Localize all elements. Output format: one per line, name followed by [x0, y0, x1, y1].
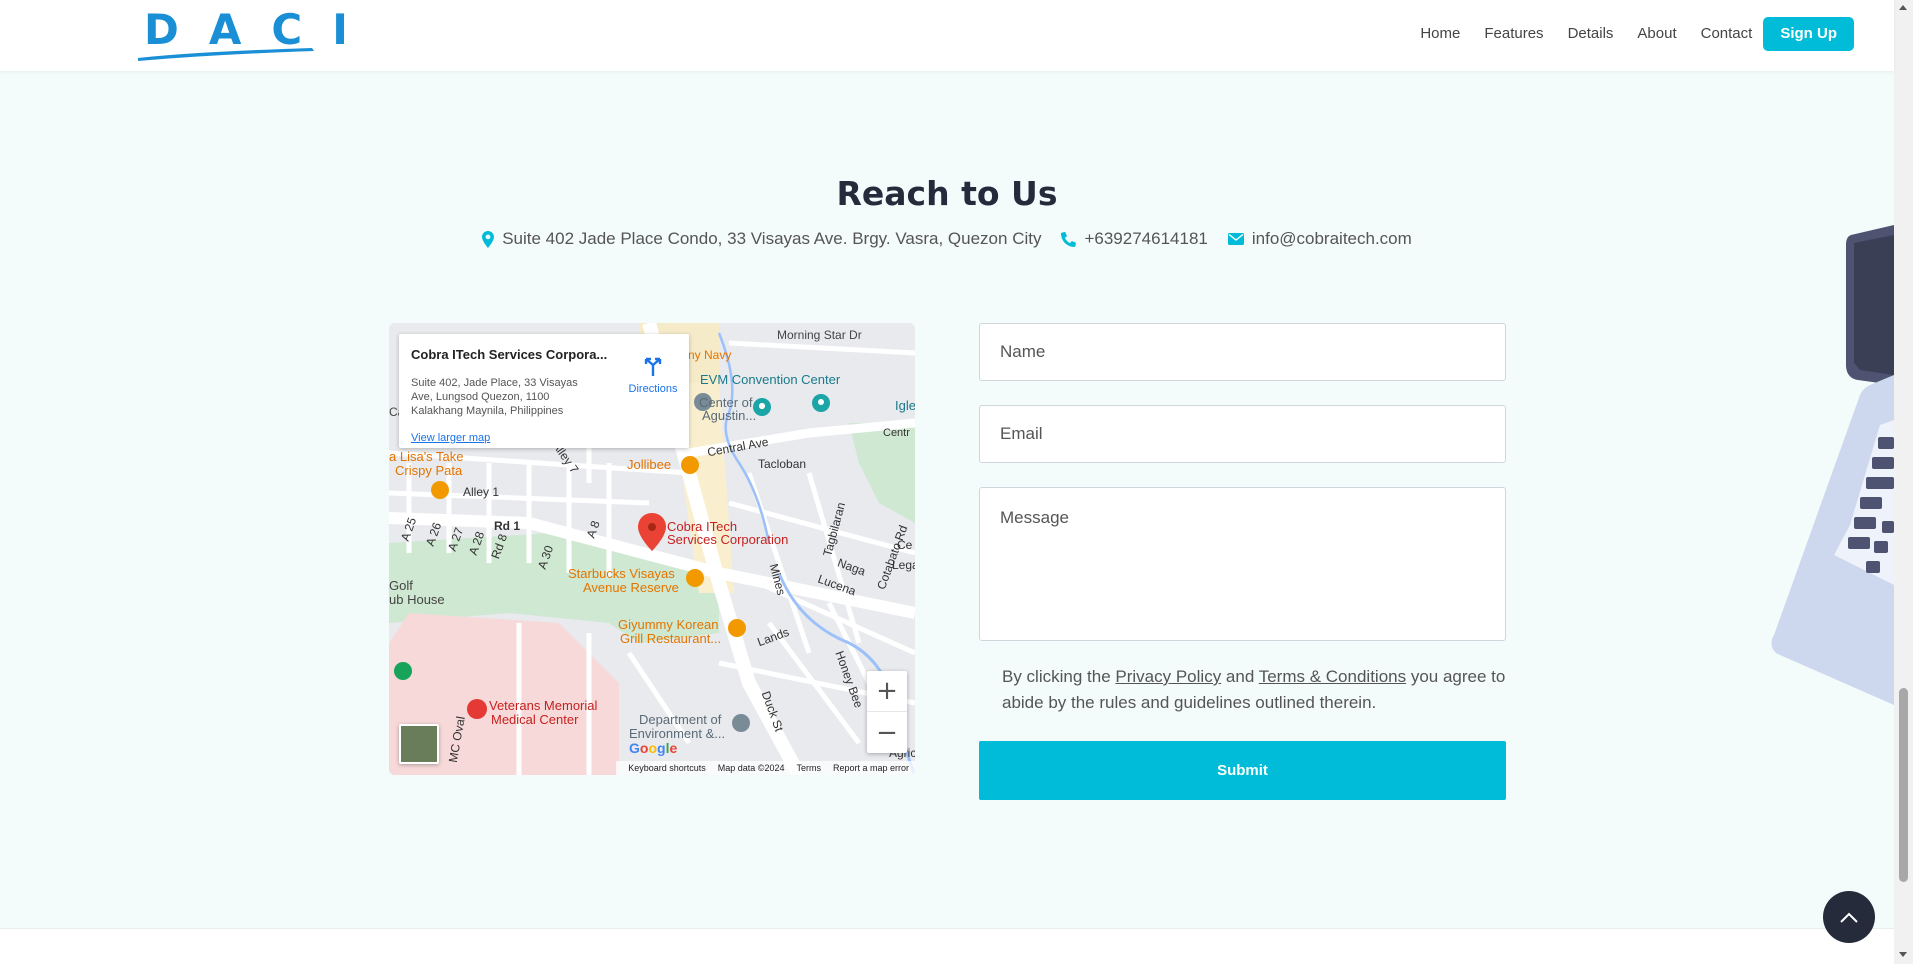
- zoom-in-button[interactable]: +: [867, 671, 907, 712]
- map-label: Lega: [892, 558, 915, 572]
- map-label: Environment &...: [629, 726, 726, 741]
- terms-link[interactable]: Terms: [796, 763, 821, 773]
- consent-prefix: By clicking the: [1002, 667, 1116, 686]
- report-error-link[interactable]: Report a map error: [833, 763, 909, 773]
- scroll-down-arrow-icon[interactable]: [1899, 952, 1907, 957]
- map-label: Centr: [883, 427, 910, 439]
- nav-details[interactable]: Details: [1568, 17, 1614, 51]
- map-label: Giyummy Korean: [618, 617, 719, 632]
- submit-button[interactable]: Submit: [979, 741, 1506, 800]
- map-label: Crispy Pata: [395, 463, 463, 478]
- map-label: Starbucks Visayas: [568, 566, 675, 581]
- view-larger-map-link[interactable]: View larger map: [411, 432, 490, 444]
- directions-button[interactable]: Directions: [624, 356, 682, 395]
- map-label: Igle: [895, 398, 915, 413]
- message-textarea[interactable]: Message: [979, 487, 1506, 641]
- map-label: Morning Star Dr: [777, 328, 862, 342]
- contact-info: Suite 402 Jade Place Condo, 33 Visayas A…: [0, 229, 1894, 249]
- map-label: ny Navy: [688, 348, 732, 362]
- footer-band: [0, 928, 1894, 964]
- phone-text: +639274614181: [1084, 229, 1208, 248]
- nav-contact[interactable]: Contact: [1701, 17, 1753, 51]
- laptop-illustration-icon: [1771, 225, 1894, 705]
- directions-label: Directions: [628, 383, 678, 395]
- consent-and: and: [1221, 667, 1259, 686]
- google-logo: Google: [629, 740, 678, 756]
- terms-link[interactable]: Terms & Conditions: [1259, 667, 1406, 686]
- map-data-text: Map data ©2024: [717, 763, 785, 773]
- envelope-icon: [1227, 233, 1244, 245]
- place-info-card: Cobra ITech Services Corpora... Suite 40…: [399, 334, 689, 448]
- zoom-out-button[interactable]: −: [867, 712, 907, 753]
- name-input[interactable]: Name: [979, 323, 1506, 381]
- map-label: Department of: [639, 712, 722, 727]
- address-text: Suite 402 Jade Place Condo, 33 Visayas A…: [502, 229, 1042, 248]
- phone-icon: [1061, 231, 1077, 247]
- map-label: Jollibee: [627, 457, 672, 472]
- satellite-toggle[interactable]: [399, 724, 439, 764]
- map-footer: Keyboard shortcuts Map data ©2024 Terms …: [616, 761, 915, 775]
- map-label: Alley 1: [463, 485, 500, 499]
- email-input[interactable]: Email: [979, 405, 1506, 463]
- map-label: a Lisa's Take: [389, 449, 464, 464]
- map-label: EVM Convention Center: [700, 372, 841, 387]
- site-header: DACI Home Features Details About Contact…: [0, 0, 1894, 71]
- email-text: info@cobraitech.com: [1251, 229, 1412, 248]
- map-label: Grill Restaurant...: [620, 631, 722, 646]
- chevron-up-icon: [1840, 912, 1858, 923]
- nav-about[interactable]: About: [1637, 17, 1676, 51]
- signup-button[interactable]: Sign Up: [1763, 17, 1854, 51]
- map-label: Ce: [897, 538, 913, 552]
- nav-features[interactable]: Features: [1484, 17, 1543, 51]
- map-label: Avenue Reserve: [583, 580, 679, 595]
- map-label: Veterans Memorial: [489, 698, 598, 713]
- phone-item: +639274614181: [1061, 229, 1208, 249]
- map-label: ub House: [389, 592, 445, 607]
- keyboard-shortcuts-link[interactable]: Keyboard shortcuts: [628, 763, 706, 773]
- scroll-thumb[interactable]: [1899, 688, 1908, 882]
- map-label: Rd 1: [494, 519, 521, 533]
- map-label: Agustin...: [702, 408, 757, 423]
- consent-text: By clicking the Privacy Policy and Terms…: [1002, 664, 1512, 716]
- back-to-top-button[interactable]: [1823, 891, 1875, 943]
- nav-home[interactable]: Home: [1420, 17, 1460, 51]
- map-label: Medical Center: [491, 712, 579, 727]
- map-pin-label: Services Corporation: [667, 532, 789, 547]
- google-map[interactable]: Morning Star Dr ny Navy EVM Convention C…: [389, 323, 915, 775]
- section-title: Reach to Us: [836, 174, 1058, 213]
- privacy-policy-link[interactable]: Privacy Policy: [1115, 667, 1221, 686]
- main-nav: Home Features Details About Contact Sign…: [1396, 17, 1854, 51]
- directions-icon: [644, 357, 662, 376]
- page-scrollbar[interactable]: [1894, 0, 1913, 964]
- zoom-controls: + −: [867, 671, 907, 753]
- place-name: Cobra ITech Services Corpora...: [411, 347, 608, 362]
- address-item: Suite 402 Jade Place Condo, 33 Visayas A…: [482, 229, 1041, 249]
- place-address: Suite 402, Jade Place, 33 Visayas Ave, L…: [411, 377, 578, 417]
- scroll-up-arrow-icon[interactable]: [1899, 5, 1907, 10]
- email-item: info@cobraitech.com: [1227, 229, 1412, 249]
- map-label: Golf: [389, 578, 413, 593]
- logo-swoosh-icon: [138, 48, 314, 61]
- map-marker-icon: [482, 230, 495, 248]
- daci-logo[interactable]: DACI: [136, 4, 348, 61]
- map-label: Tacloban: [758, 457, 807, 471]
